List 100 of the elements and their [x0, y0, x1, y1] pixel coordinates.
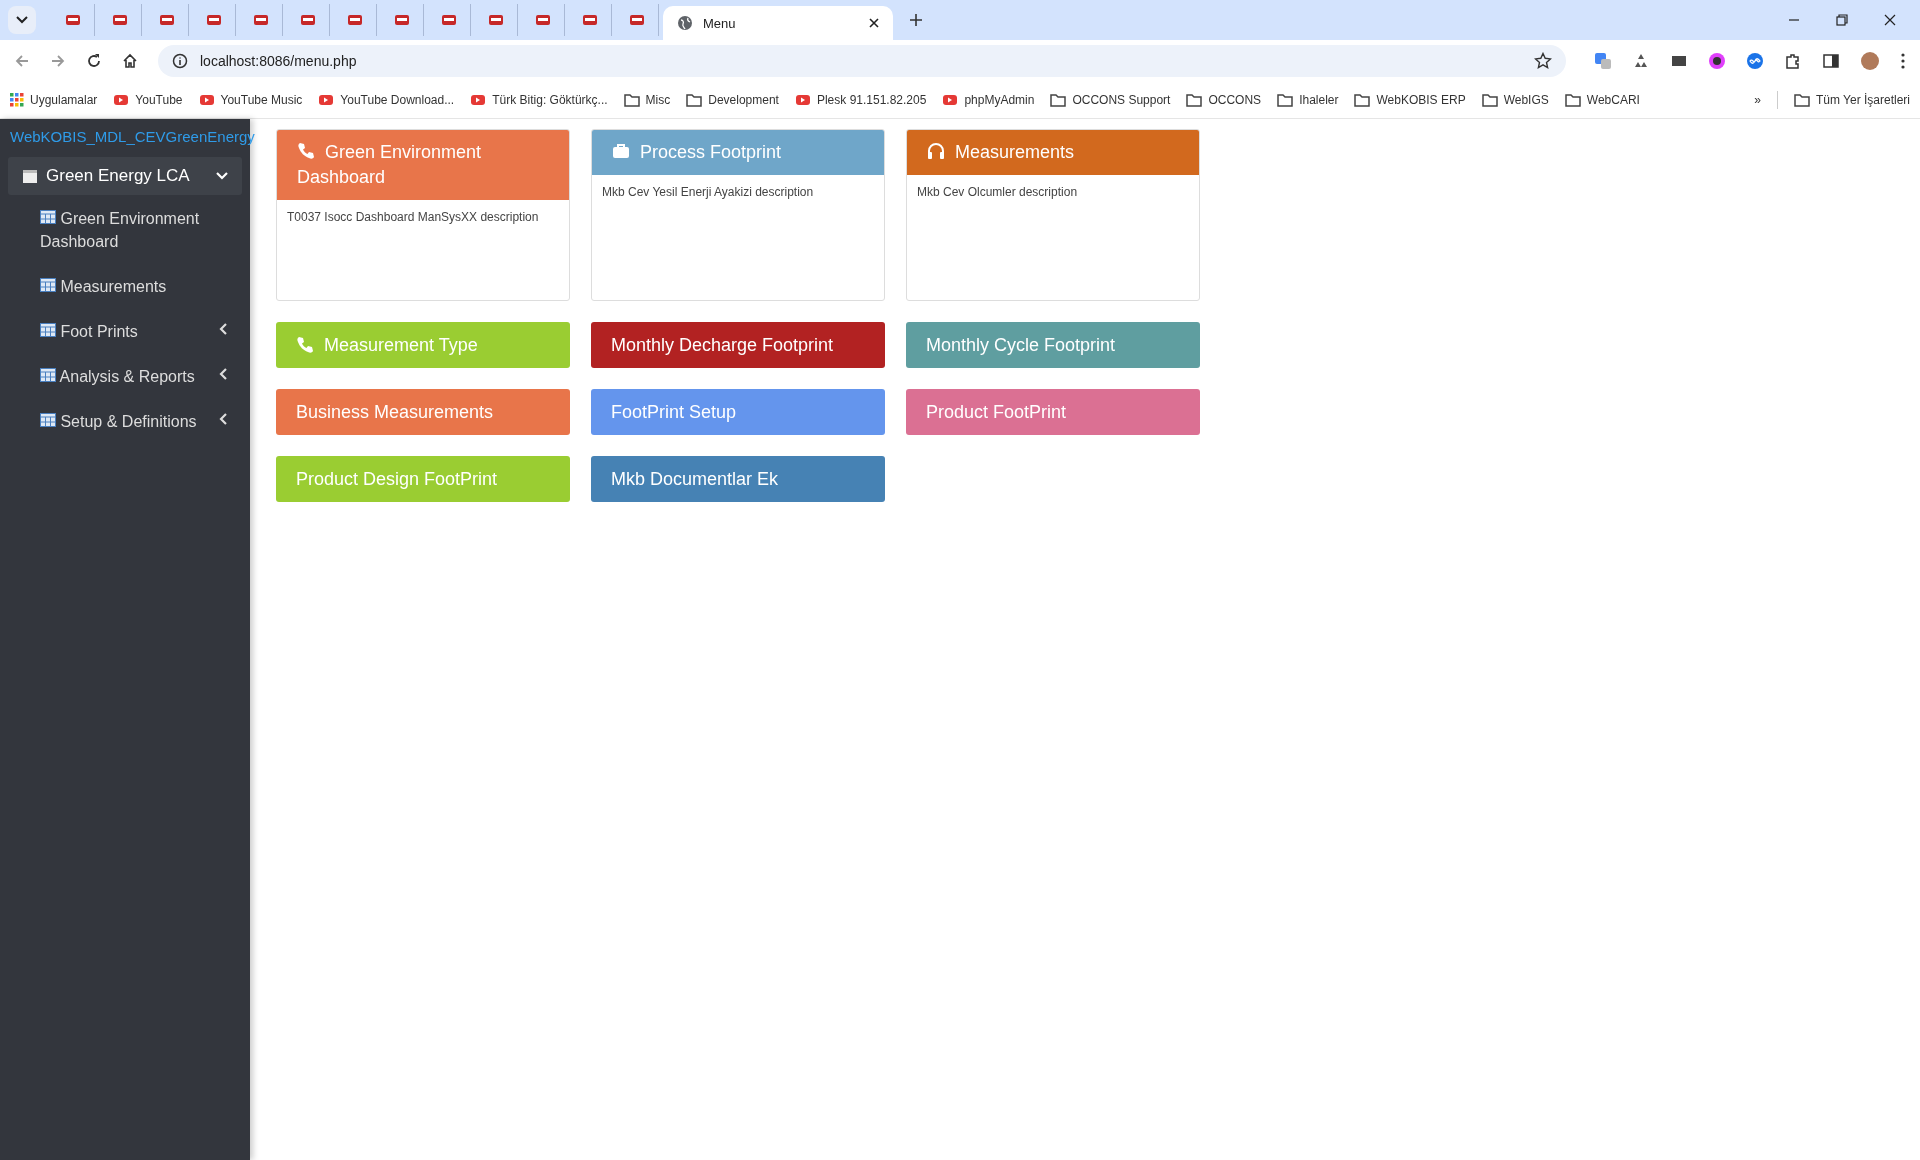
- briefcase-icon: [612, 142, 630, 160]
- favicon-icon: [300, 12, 316, 28]
- folder-icon: [1050, 93, 1067, 107]
- close-icon[interactable]: [1884, 14, 1896, 26]
- bookmark[interactable]: Uygulamalar: [10, 93, 98, 107]
- card-description: T0037 Isocc Dashboard ManSysXX description: [286, 209, 540, 226]
- favicon-icon: [488, 12, 504, 28]
- chevron-left-icon: [218, 368, 228, 380]
- favicon-icon: [394, 12, 410, 28]
- reload-icon[interactable]: [86, 53, 102, 69]
- site-favicon-icon: [318, 93, 335, 107]
- tab-title: Menu: [703, 15, 737, 31]
- phone-icon: [296, 336, 314, 354]
- headphones-icon: [927, 142, 945, 160]
- folder-icon: [1793, 93, 1810, 107]
- menu-tile[interactable]: Mkb Documentlar Ek: [591, 456, 885, 502]
- chevron-left-icon: [218, 323, 228, 335]
- all-bookmarks[interactable]: Tüm Yer İşaretleri: [1793, 93, 1910, 107]
- more-bookmarks-button[interactable]: »: [1754, 93, 1761, 107]
- table-icon: [40, 210, 56, 224]
- table-icon: [40, 368, 56, 382]
- table-icon: [40, 413, 56, 427]
- sidebar-item[interactable]: Measurements: [0, 263, 250, 308]
- site-favicon-icon: [942, 93, 959, 107]
- chevron-down-icon: [216, 171, 228, 181]
- browser-tab[interactable]: Menu: [663, 6, 893, 40]
- favicon-icon: [582, 12, 598, 28]
- folder-icon: [1186, 93, 1203, 107]
- site-favicon-icon: [470, 93, 487, 107]
- puzzle-icon[interactable]: [1784, 52, 1802, 70]
- sidebar-item[interactable]: Analysis & Reports: [0, 353, 250, 398]
- chevron-down-icon: [16, 16, 28, 24]
- translate-icon[interactable]: [1594, 52, 1612, 70]
- bookmark[interactable]: OCCONS Support: [1050, 93, 1171, 107]
- chevron-left-icon: [218, 413, 228, 425]
- folder-icon: [1564, 93, 1581, 107]
- info-icon: [172, 53, 188, 69]
- close-icon[interactable]: [869, 18, 879, 28]
- favicon-icon: [347, 12, 363, 28]
- folder-icon: [686, 93, 703, 107]
- favicon-icon: [112, 12, 128, 28]
- home-icon[interactable]: [122, 53, 138, 69]
- menu-card[interactable]: Green Environment Dashboard T0037 Isocc Dashboard ManSysXX description: [276, 129, 570, 301]
- bookmark[interactable]: WebIGS: [1481, 93, 1549, 107]
- favicon-icon: [159, 12, 175, 28]
- restore-icon[interactable]: [1836, 14, 1848, 26]
- apps-grid-icon: [10, 93, 24, 107]
- favicon-icon: [441, 12, 457, 28]
- bookmark[interactable]: YouTube Music: [198, 93, 303, 107]
- bookmark[interactable]: YouTube: [113, 93, 183, 107]
- tab-search-button[interactable]: [8, 6, 36, 34]
- bookmark[interactable]: Türk Bitig: Göktürkç...: [470, 93, 608, 107]
- bookmark[interactable]: OCCONS: [1186, 93, 1262, 107]
- card-header: Measurements: [907, 130, 1199, 175]
- bookmark[interactable]: Development: [686, 93, 779, 107]
- bookmark[interactable]: Misc: [623, 93, 671, 107]
- menu-card[interactable]: Measurements Mkb Cev Olcumler description: [906, 129, 1200, 301]
- more-icon[interactable]: [1900, 52, 1906, 70]
- favicon-icon: [629, 12, 645, 28]
- calendar-icon: [22, 168, 38, 184]
- phone-icon: [297, 142, 315, 160]
- bookmark[interactable]: YouTube Download...: [318, 93, 455, 107]
- sidebar-item[interactable]: Foot Prints: [0, 308, 250, 353]
- menu-group[interactable]: Green Energy LCA: [8, 157, 242, 195]
- sidebar-item[interactable]: Setup & Definitions: [0, 398, 250, 443]
- folder-icon: [1481, 93, 1498, 107]
- favicon-icon: [65, 12, 81, 28]
- address-bar[interactable]: localhost:8086/menu.php: [158, 45, 1566, 77]
- table-icon: [40, 323, 56, 337]
- favicon-icon: [206, 12, 222, 28]
- folder-icon: [1277, 93, 1294, 107]
- bookmark[interactable]: Ihaleler: [1277, 93, 1339, 107]
- side-panel-icon[interactable]: [1822, 52, 1840, 70]
- bookmark[interactable]: Plesk 91.151.82.205: [794, 93, 927, 107]
- menu-tile[interactable]: Monthly Decharge Footprint: [591, 322, 885, 368]
- globe-icon: [677, 15, 693, 31]
- favicon-icon: [535, 12, 551, 28]
- site-favicon-icon: [794, 93, 811, 107]
- card-description: Mkb Cev Olcumler description: [916, 184, 1079, 201]
- table-icon: [40, 278, 56, 292]
- forward-icon[interactable]: [50, 53, 66, 69]
- site-favicon-icon: [198, 93, 215, 107]
- bookmark[interactable]: WebCARI: [1564, 93, 1640, 107]
- card-header: Green Environment Dashboard: [277, 130, 569, 200]
- infinity-icon[interactable]: [1746, 52, 1764, 70]
- folder-icon: [1354, 93, 1371, 107]
- bookmark[interactable]: WebKOBIS ERP: [1354, 93, 1466, 107]
- avatar-icon[interactable]: [1860, 51, 1880, 71]
- color-picker-icon[interactable]: [1708, 52, 1726, 70]
- menu-card[interactable]: Process Footprint Mkb Cev Yesil Enerji Ayakizi description: [591, 129, 885, 301]
- star-icon[interactable]: [1534, 52, 1552, 70]
- card-header: Process Footprint: [592, 130, 884, 175]
- card-description: Mkb Cev Yesil Enerji Ayakizi description: [601, 184, 815, 201]
- bookmark[interactable]: phpMyAdmin: [942, 93, 1035, 107]
- folder-icon: [623, 93, 640, 107]
- favicon-icon: [253, 12, 269, 28]
- site-favicon-icon: [113, 93, 130, 107]
- sidebar-item[interactable]: Green Environment Dashboard: [0, 195, 250, 263]
- back-icon[interactable]: [14, 53, 30, 69]
- new-tab-icon[interactable]: [909, 13, 923, 27]
